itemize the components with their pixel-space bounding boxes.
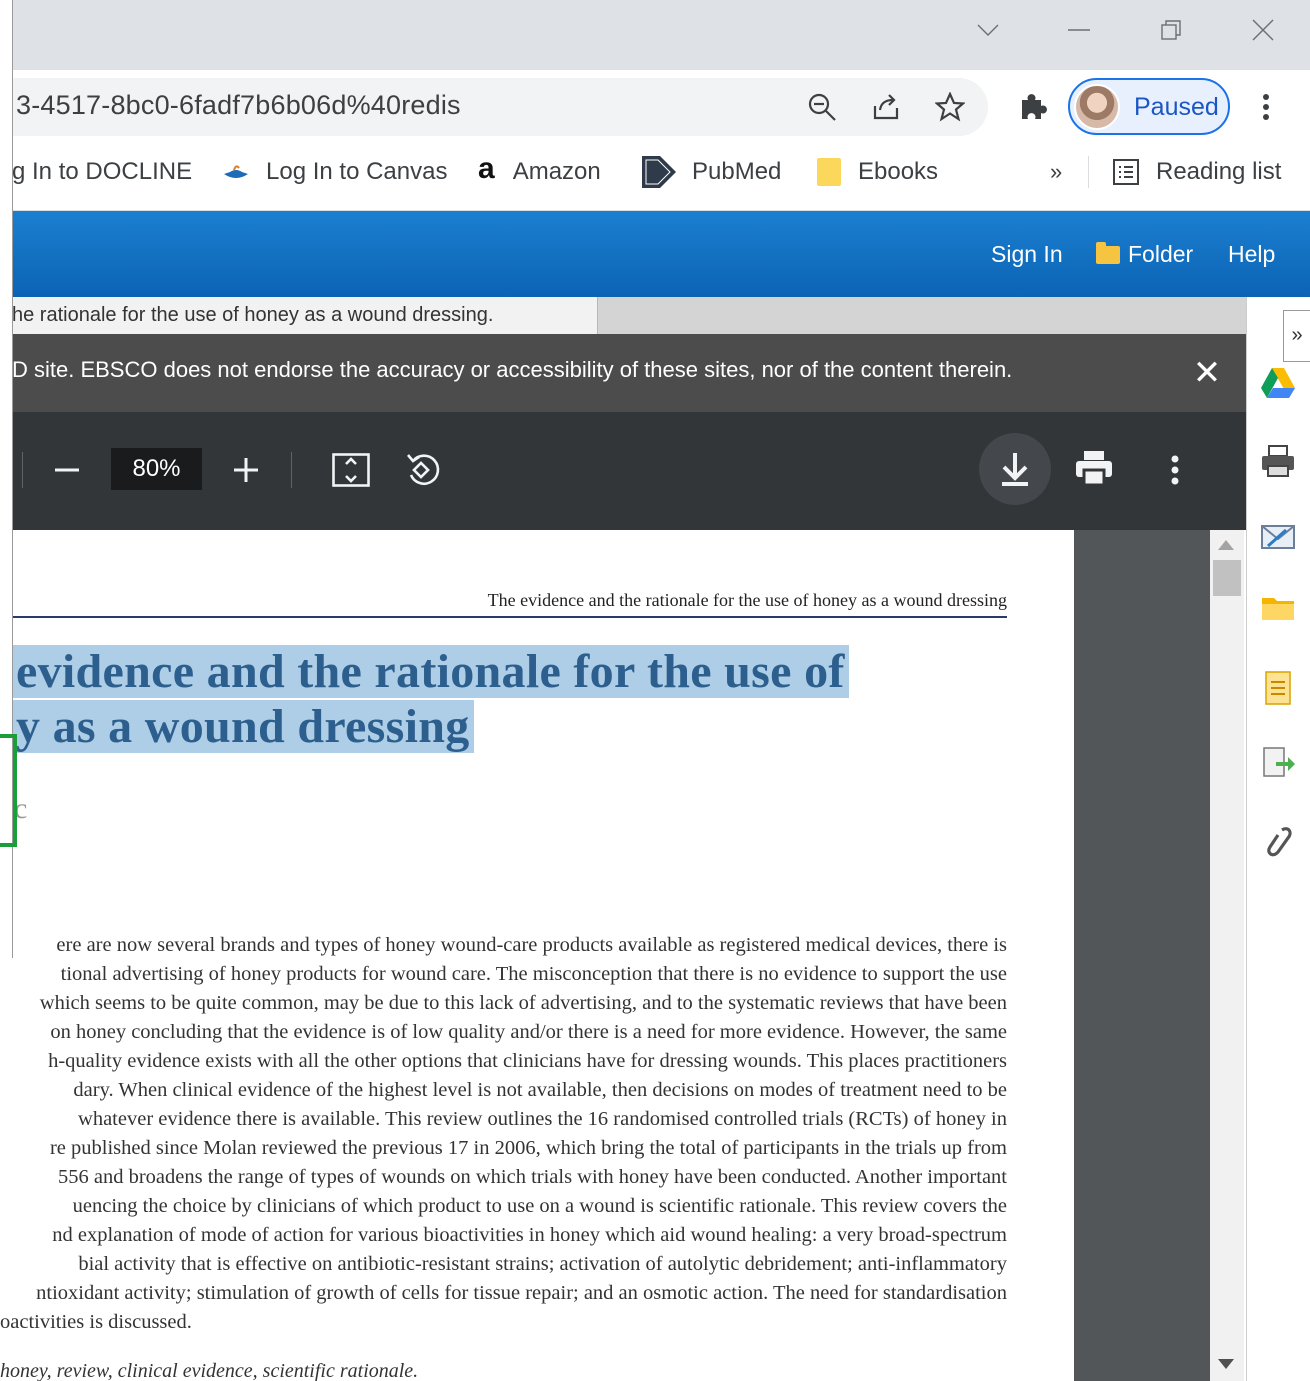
focus-highlight-box xyxy=(0,734,17,847)
document-tab-strip: he rationale for the use of honey as a w… xyxy=(0,297,1246,334)
print-icon[interactable] xyxy=(1260,444,1296,480)
bookmark-ebooks[interactable]: Ebooks xyxy=(816,144,938,200)
fit-page-icon xyxy=(332,453,370,487)
abstract-line: dary. When clinical evidence of the high… xyxy=(73,1079,1007,1101)
browser-menu-kebab-icon[interactable] xyxy=(1244,85,1288,129)
abstract-line: which seems to be quite common, may be d… xyxy=(39,992,1007,1014)
bookmarks-divider xyxy=(1088,156,1089,188)
profile-status-label: Paused xyxy=(1134,93,1219,121)
minimize-button[interactable] xyxy=(1057,8,1101,52)
tab-search-chevron-icon[interactable] xyxy=(966,8,1010,52)
notice-close-button[interactable]: ✕ xyxy=(1190,356,1224,390)
bookmark-docline[interactable]: g In to DOCLINE xyxy=(12,144,192,200)
google-drive-icon[interactable] xyxy=(1260,366,1296,402)
share-icon[interactable] xyxy=(864,85,908,129)
pdf-page: The evidence and the rationale for the u… xyxy=(0,530,1074,1381)
abstract-line: on honey concluding that the evidence is… xyxy=(50,1021,1007,1043)
toolbar-divider xyxy=(22,452,23,488)
extensions-puzzle-icon[interactable] xyxy=(1010,85,1054,129)
reading-list-button[interactable]: Reading list xyxy=(1112,144,1281,200)
rotate-icon xyxy=(407,454,440,485)
abstract-line: ere are now several brands and types of … xyxy=(56,934,1007,956)
print-icon xyxy=(1076,451,1112,486)
abstract-line: re published since Molan reviewed the pr… xyxy=(49,1137,1007,1159)
header-rule xyxy=(0,616,1007,618)
minus-icon xyxy=(55,468,79,472)
bookmark-label: Log In to Canvas xyxy=(266,158,448,185)
pubmed-icon xyxy=(642,156,676,188)
article-title-line-2[interactable]: y as a wound dressing xyxy=(12,699,474,754)
bookmark-label: Amazon xyxy=(512,158,601,185)
article-title-line-1[interactable]: evidence and the rationale for the use o… xyxy=(12,644,849,699)
overflow-chevron-icon: » xyxy=(1050,159,1063,184)
bookmarks-overflow-button[interactable]: » xyxy=(1050,144,1062,200)
title-text: evidence and the rationale for the use o… xyxy=(12,645,849,698)
notice-text: D site. EBSCO does not endorse the accur… xyxy=(12,357,1013,382)
restore-button[interactable] xyxy=(1149,8,1193,52)
bookmark-amazon[interactable]: a Amazon xyxy=(478,144,601,200)
plus-icon xyxy=(234,458,258,482)
abstract-line: whatever evidence there is available. Th… xyxy=(78,1108,1007,1130)
scroll-up-arrow-icon[interactable] xyxy=(1218,540,1234,550)
export-icon[interactable] xyxy=(1260,746,1296,782)
scrollbar-thumb[interactable] xyxy=(1213,560,1241,596)
zoom-icon[interactable] xyxy=(800,85,844,129)
bookmark-label: Ebooks xyxy=(858,158,939,185)
abstract-line: nd explanation of mode of action for var… xyxy=(52,1224,1007,1246)
abstract-line: oactivities is discussed. xyxy=(0,1311,192,1333)
url-text[interactable]: 3-4517-8bc0-6fadf7b6b06d%40redis xyxy=(16,90,461,121)
download-icon xyxy=(1002,453,1028,486)
scroll-down-arrow-icon[interactable] xyxy=(1218,1359,1234,1369)
bookmark-label: g In to DOCLINE xyxy=(12,158,193,185)
pdf-more-kebab-icon[interactable] xyxy=(1151,446,1199,494)
bookmarks-bar: g In to DOCLINE Log In to Canvas a Amazo… xyxy=(0,144,1310,211)
bookmark-canvas[interactable]: Log In to Canvas xyxy=(222,144,447,200)
zoom-level-field[interactable]: 80% xyxy=(111,448,202,490)
abstract-line: bial activity that is effective on antib… xyxy=(78,1253,1007,1275)
zoom-out-button[interactable] xyxy=(43,446,91,494)
folder-link-label: Folder xyxy=(1128,241,1194,267)
bookmark-star-icon[interactable] xyxy=(928,85,972,129)
title-text: y as a wound dressing xyxy=(12,700,474,753)
abstract-line: tional advertising of honey products for… xyxy=(60,963,1007,985)
folder-icon xyxy=(1096,242,1120,264)
pdf-scrollbar[interactable] xyxy=(1210,530,1244,1381)
document-tab[interactable]: he rationale for the use of honey as a w… xyxy=(0,297,598,334)
bookmark-pubmed[interactable]: PubMed xyxy=(642,144,781,200)
fit-to-page-button[interactable] xyxy=(327,446,375,494)
avatar xyxy=(1074,84,1120,130)
tools-collapse-button[interactable]: » xyxy=(1283,310,1310,362)
browser-title-bar xyxy=(0,0,1310,70)
zoom-in-button[interactable] xyxy=(222,446,270,494)
ebsco-header: Sign In Folder Help xyxy=(0,211,1310,297)
close-window-button[interactable] xyxy=(1241,8,1285,52)
running-head: The evidence and the rationale for the u… xyxy=(487,590,1007,610)
rotate-button[interactable] xyxy=(399,446,447,494)
folder-link[interactable]: Folder xyxy=(1096,241,1193,268)
folder-icon xyxy=(816,157,842,187)
print-button[interactable] xyxy=(1070,444,1118,492)
abstract-line: h-quality evidence exists with all the o… xyxy=(48,1050,1007,1072)
help-link[interactable]: Help xyxy=(1228,241,1275,268)
profile-button[interactable]: Paused xyxy=(1068,78,1230,135)
abstract-line: uencing the choice by clinicians of whic… xyxy=(72,1195,1007,1217)
save-folder-icon[interactable] xyxy=(1260,592,1296,628)
reading-list-icon xyxy=(1112,158,1140,186)
toolbar-divider xyxy=(291,452,292,488)
canvas-lamp-icon xyxy=(222,162,250,182)
download-button[interactable] xyxy=(979,433,1051,505)
document-tab-title: he rationale for the use of honey as a w… xyxy=(12,304,494,326)
abstract-line: ntioxidant activity; stimulation of grow… xyxy=(36,1282,1007,1304)
keywords: honey, review, clinical evidence, scient… xyxy=(0,1360,419,1381)
permalink-icon[interactable] xyxy=(1260,824,1296,860)
cite-icon[interactable] xyxy=(1260,670,1296,706)
reading-list-label: Reading list xyxy=(1156,158,1282,185)
bookmark-label: PubMed xyxy=(692,158,782,185)
email-icon[interactable] xyxy=(1260,522,1296,558)
external-site-notice: D site. EBSCO does not endorse the accur… xyxy=(0,334,1246,412)
amazon-a-icon: a xyxy=(478,152,495,185)
abstract-line: 556 and broadens the range of types of w… xyxy=(57,1166,1007,1188)
sign-in-link[interactable]: Sign In xyxy=(991,241,1063,268)
